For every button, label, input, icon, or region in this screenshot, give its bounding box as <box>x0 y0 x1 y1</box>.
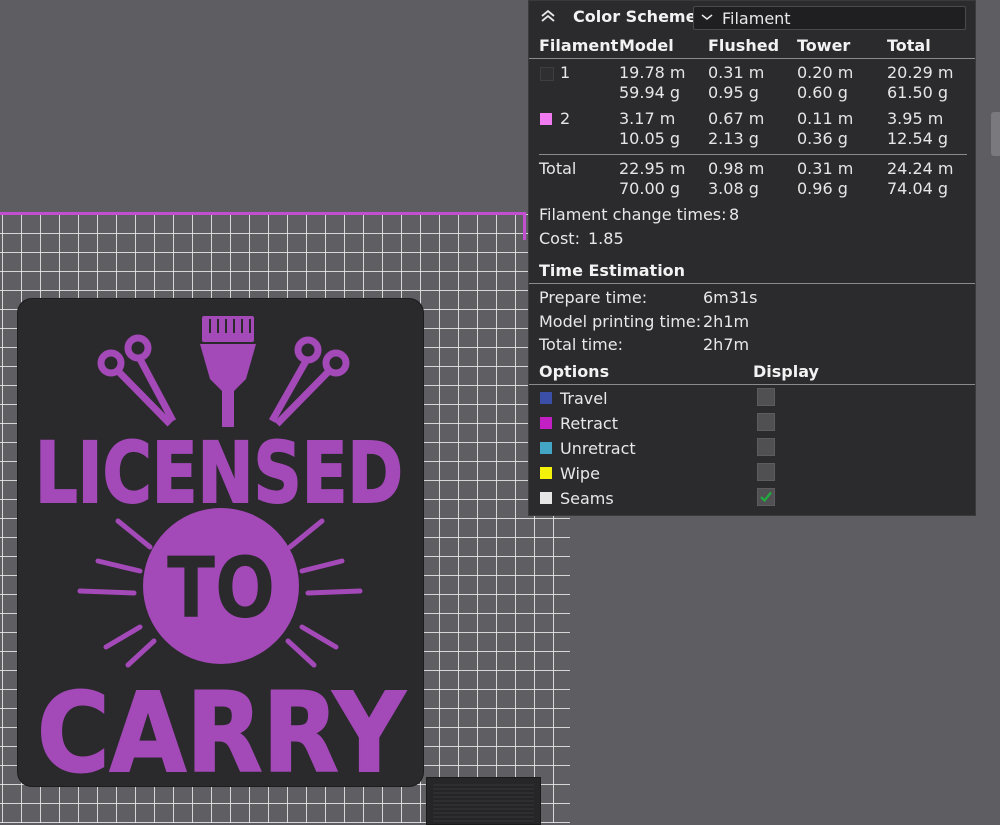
divider <box>529 283 975 284</box>
total-time-value: 2h7m <box>703 335 750 354</box>
display-header: Display <box>753 362 819 381</box>
prepare-time-value: 6m31s <box>703 288 758 307</box>
cost-label: Cost: <box>539 229 580 248</box>
model-text-line1: LICENSED <box>35 424 403 522</box>
model-text-line3: CARRY <box>37 669 406 786</box>
divider <box>539 154 967 155</box>
col-header-flushed: Flushed <box>708 36 780 55</box>
total-flushed-length: 0.98 m <box>708 159 765 178</box>
col-header-model: Model <box>619 36 674 55</box>
time-estimation-title: Time Estimation <box>539 261 686 280</box>
divider <box>529 384 975 385</box>
option-travel-checkbox[interactable] <box>757 388 775 406</box>
brush-icon <box>200 316 256 427</box>
options-header: Options <box>539 362 610 381</box>
retract-swatch <box>540 417 552 429</box>
color-scheme-select[interactable]: Filament <box>693 6 966 30</box>
bed-boundary-right <box>523 212 526 240</box>
option-seams-checkbox[interactable] <box>757 488 775 506</box>
col-header-filament: Filament <box>539 36 619 55</box>
option-unretract-checkbox[interactable] <box>757 438 775 456</box>
prepare-time-label: Prepare time: <box>539 288 648 307</box>
collapse-icon[interactable] <box>539 7 561 27</box>
divider <box>529 58 975 59</box>
filament-2-flushed-weight: 2.13 g <box>708 129 759 148</box>
option-wipe-label: Wipe <box>560 464 600 483</box>
filament-1-id: 1 <box>560 63 571 82</box>
filament-2-total-weight: 12.54 g <box>887 129 949 148</box>
col-header-total: Total <box>887 36 931 55</box>
filament-2-tower-length: 0.11 m <box>797 109 854 128</box>
model-preview[interactable]: LICENSED TO CARRY <box>18 299 423 786</box>
filament-1-total-weight: 61.50 g <box>887 83 949 102</box>
wipe-swatch <box>540 467 552 479</box>
viewport-scroll-handle[interactable] <box>991 112 1000 156</box>
filament-2-tower-weight: 0.36 g <box>797 129 848 148</box>
legend-panel: Color Scheme Filament Filament Model Flu… <box>528 0 976 516</box>
unretract-swatch <box>540 442 552 454</box>
filament-2-model-length: 3.17 m <box>619 109 676 128</box>
filament-1-tower-weight: 0.60 g <box>797 83 848 102</box>
filament-2-model-weight: 10.05 g <box>619 129 681 148</box>
bed-boundary-top <box>0 212 526 215</box>
total-model-length: 22.95 m <box>619 159 686 178</box>
model-printing-time-label: Model printing time: <box>539 312 702 331</box>
filament-change-value: 8 <box>729 205 740 224</box>
color-scheme-value: Filament <box>722 9 791 28</box>
legend-title: Color Scheme <box>573 7 697 26</box>
total-flushed-weight: 3.08 g <box>708 179 759 198</box>
filament-1-flushed-length: 0.31 m <box>708 63 765 82</box>
total-tower-length: 0.31 m <box>797 159 854 178</box>
filament-2-flushed-length: 0.67 m <box>708 109 765 128</box>
scissors-left-icon <box>97 334 177 427</box>
total-label: Total <box>539 159 577 178</box>
filament-2-swatch <box>540 113 552 125</box>
model-printing-time-value: 2h1m <box>703 312 750 331</box>
model-text-line2: TO <box>167 539 275 637</box>
model-artwork: LICENSED TO CARRY <box>34 316 407 786</box>
total-tower-weight: 0.96 g <box>797 179 848 198</box>
chevron-down-icon <box>700 9 714 29</box>
secondary-object[interactable] <box>426 777 541 825</box>
option-seams-label: Seams <box>560 489 614 508</box>
filament-1-model-weight: 59.94 g <box>619 83 681 102</box>
total-time-label: Total time: <box>539 335 623 354</box>
option-wipe-checkbox[interactable] <box>757 463 775 481</box>
option-unretract-label: Unretract <box>560 439 636 458</box>
total-model-weight: 70.00 g <box>619 179 681 198</box>
total-total-weight: 74.04 g <box>887 179 949 198</box>
option-retract-label: Retract <box>560 414 618 433</box>
filament-2-total-length: 3.95 m <box>887 109 944 128</box>
filament-1-tower-length: 0.20 m <box>797 63 854 82</box>
option-retract-checkbox[interactable] <box>757 413 775 431</box>
option-travel-label: Travel <box>560 389 608 408</box>
filament-change-label: Filament change times: <box>539 205 727 224</box>
travel-swatch <box>540 392 552 404</box>
col-header-tower: Tower <box>797 36 851 55</box>
total-total-length: 24.24 m <box>887 159 954 178</box>
scissors-right-icon <box>268 336 350 427</box>
filament-1-swatch <box>540 67 554 81</box>
filament-1-total-length: 20.29 m <box>887 63 954 82</box>
seams-swatch <box>540 492 552 504</box>
cost-value: 1.85 <box>588 229 624 248</box>
filament-1-flushed-weight: 0.95 g <box>708 83 759 102</box>
filament-2-id: 2 <box>560 109 571 128</box>
checkmark-icon <box>760 491 772 503</box>
filament-1-model-length: 19.78 m <box>619 63 686 82</box>
